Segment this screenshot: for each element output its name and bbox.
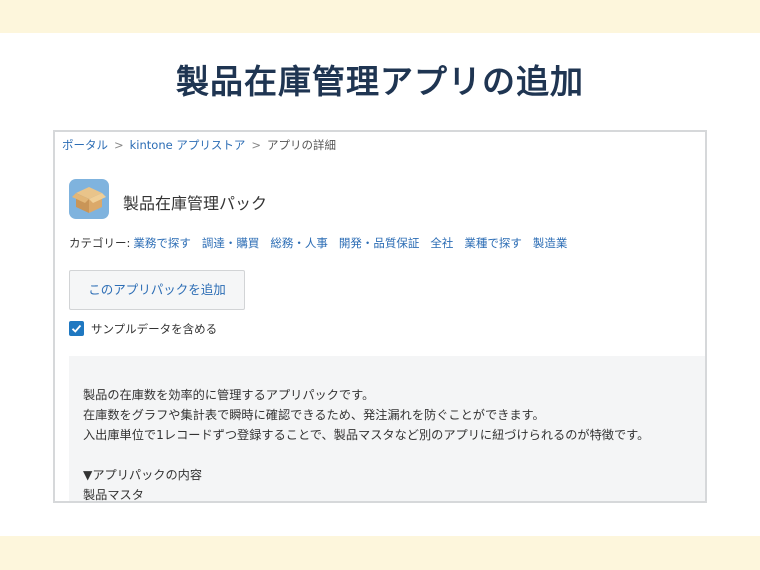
sample-data-checkbox[interactable] [69,321,84,336]
cardboard-box-icon [69,179,109,219]
description-line: 在庫数をグラフや集計表で瞬時に確認できるため、発注漏れを防ぐことができます。 [83,408,545,422]
category-label: カテゴリー: [69,236,131,250]
bottom-band [0,536,760,570]
description-line: 入出庫単位で1レコードずつ登録することで、製品マスタなど別のアプリに紐づけられる… [83,428,650,442]
description-box: 製品の在庫数を効率的に管理するアプリパックです。 在庫数をグラフや集計表で瞬時に… [69,356,705,502]
top-band [0,0,760,33]
contents-heading: ▼アプリパックの内容 [83,468,203,482]
sample-data-option[interactable]: サンプルデータを含める [69,318,218,336]
pack-title: 製品在庫管理パック [123,194,268,213]
breadcrumb-separator: > [251,138,261,152]
description-line: 製品の在庫数を効率的に管理するアプリパックです。 [83,388,375,402]
category-link[interactable]: 業務で探す [133,236,191,250]
category-link[interactable]: 総務・人事 [270,236,328,250]
category-link[interactable]: 業種で探す [464,236,522,250]
category-link[interactable]: 製造業 [533,236,568,250]
contents-item: 製品マスタ [83,488,144,502]
breadcrumb: ポータル > kintone アプリストア > アプリの詳細 [62,137,336,153]
category-row: カテゴリー: 業務で探す 調達・購買 総務・人事 開発・品質保証 全社 業種で探す 製造業 [69,235,567,251]
breadcrumb-app-store[interactable]: kintone アプリストア [130,138,246,152]
category-link[interactable]: 開発・品質保証 [339,236,420,250]
slide-title: 製品在庫管理アプリの追加 [176,62,584,101]
add-app-pack-button[interactable]: このアプリパックを追加 [69,270,245,310]
category-link[interactable]: 調達・購買 [202,236,260,250]
breadcrumb-current: アプリの詳細 [267,138,336,152]
breadcrumb-portal[interactable]: ポータル [62,138,108,152]
breadcrumb-separator: > [114,138,124,152]
checkmark-icon [71,324,82,333]
app-store-panel: ポータル > kintone アプリストア > アプリの詳細 製品在庫管理パック カテゴ… [53,130,707,503]
category-link[interactable]: 全社 [430,236,453,250]
sample-data-label: サンプルデータを含める [91,321,218,336]
